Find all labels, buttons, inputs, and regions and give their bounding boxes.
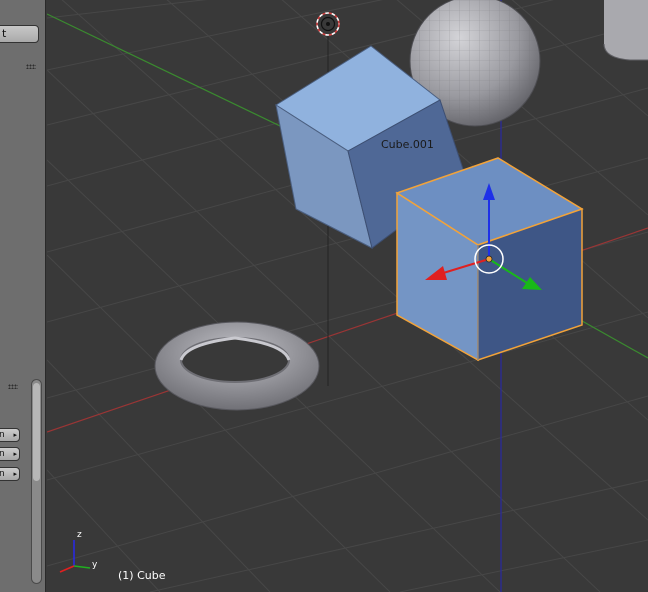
tool-row-label: n [0,430,5,440]
tool-row[interactable]: n ▸ [0,428,20,442]
viewport-canvas[interactable] [47,0,648,592]
panel-grip-icon[interactable] [26,64,36,69]
panel-grip-icon[interactable] [8,384,18,389]
object-origin-dot [485,255,493,263]
axis-label-z: z [77,530,82,540]
active-object-label: (1) Cube [118,569,166,582]
tool-row[interactable]: n ▸ [0,447,20,461]
cylinder-object[interactable] [603,0,648,61]
3d-viewport[interactable]: Cube.001 z y [47,0,648,592]
tool-shelf-panel: t n ▸ n ▸ n ▸ [0,0,46,592]
axis-label-y: y [92,560,98,570]
torus-object[interactable] [154,321,320,411]
tool-row-arrow: ▸ [13,470,17,478]
tool-shelf-top-button[interactable]: t [0,25,39,43]
tool-shelf-top-button-label: t [2,27,7,40]
tool-shelf-scrollbar[interactable] [31,379,42,584]
tool-row-arrow: ▸ [13,431,17,439]
tool-row-label: n [0,469,5,479]
tool-row[interactable]: n ▸ [0,467,20,481]
object-name-label: Cube.001 [381,138,434,151]
tool-row-arrow: ▸ [13,450,17,458]
tool-row-label: n [0,449,5,459]
scrollbar-thumb[interactable] [33,383,40,481]
